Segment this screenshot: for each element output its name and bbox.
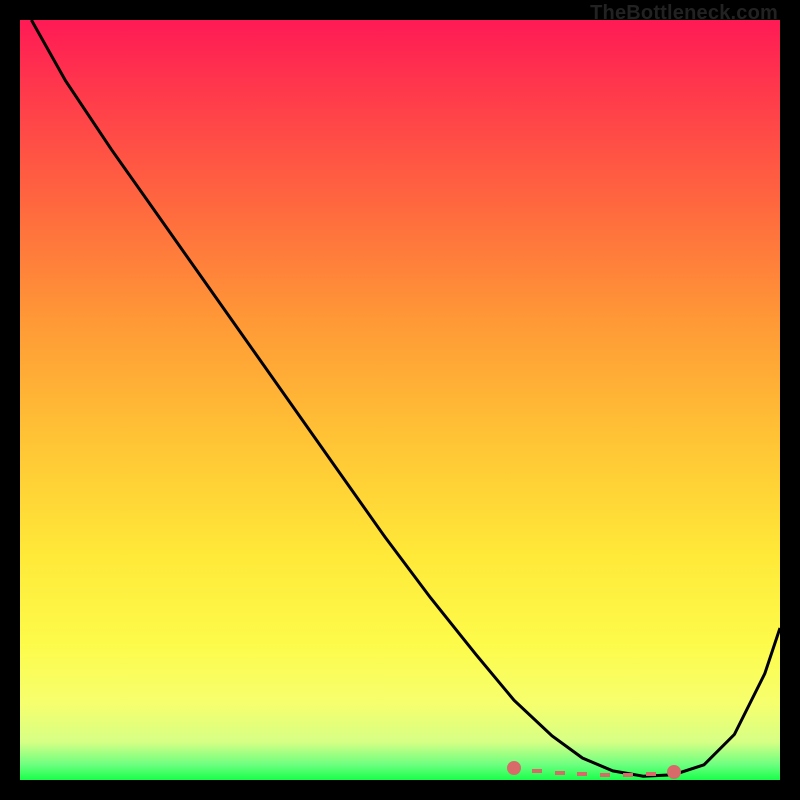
bottleneck-curve: [20, 20, 780, 780]
plot-area: [20, 20, 780, 780]
chart-container: TheBottleneck.com: [0, 0, 800, 800]
